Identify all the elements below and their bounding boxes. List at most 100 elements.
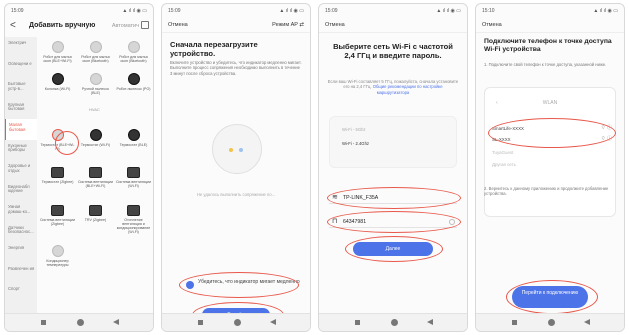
device-label: Термостат (Zigbee) — [41, 180, 74, 184]
page-title: Подключите телефон к точке доступа Wi-Fi… — [484, 38, 612, 54]
wifi-24ghz-label: Wi-Fi - 2.4Ghz — [342, 141, 369, 146]
scan-icon[interactable] — [141, 21, 149, 29]
header: < Добавить вручную Автоматич — [5, 19, 153, 35]
back-nav-icon[interactable] — [270, 319, 276, 325]
device-tile[interactable]: Система вентиляции (BLE+Wi-Fi) — [77, 167, 114, 188]
home-icon[interactable] — [391, 319, 398, 326]
category-item[interactable]: Умная домаш-ко... — [5, 201, 37, 222]
selection-highlight — [55, 131, 79, 155]
device-icon — [51, 73, 64, 85]
device-label: Робот для мытья окон (BLE+Wi-Fi) — [43, 55, 72, 64]
recents-icon[interactable] — [355, 320, 360, 325]
wlan-label: WLAN — [542, 100, 558, 106]
category-item[interactable]: Здоровье и отдых — [5, 160, 37, 181]
network-name: Другая сеть — [492, 162, 516, 167]
category-item[interactable]: Бытовые устр-в... — [5, 78, 37, 99]
device-tile[interactable]: Колонка (Wi-Fi) — [39, 73, 76, 91]
home-icon[interactable] — [234, 319, 241, 326]
highlight-oval — [327, 211, 461, 233]
status-bar: 15:09 ▲ ıl ıl ◉ ▭ — [11, 8, 147, 17]
status-time: 15:10 — [482, 8, 495, 14]
device-tile[interactable]: TRV (Zigbee) — [77, 205, 114, 222]
category-item[interactable]: Освещени е — [5, 58, 37, 79]
device-tile[interactable]: Система вентиляции (Zigbee) — [39, 205, 76, 226]
device-tile[interactable]: Отопление вентиляция и кондиционирование… — [115, 205, 152, 235]
wlan-header: ‹ WLAN — [486, 96, 614, 110]
screen-wifi-select: 15:09 ▲ ıl ıl ◉ ▭ Отмена Выберите сеть W… — [318, 3, 468, 332]
category-item[interactable]: Кухонные приборы — [5, 140, 37, 161]
cancel-button[interactable]: Отмена — [325, 22, 345, 28]
home-icon[interactable] — [548, 319, 555, 326]
device-icon — [89, 41, 102, 53]
device-tile[interactable]: Робот для мытья окон (Bluetooth) — [77, 41, 114, 63]
tab-automatic[interactable]: Автоматич — [112, 23, 139, 29]
device-tile[interactable]: Робот для мытья окон (Bluetooth) — [115, 41, 152, 63]
back-nav-icon[interactable] — [427, 319, 433, 325]
device-label: Термостат (BLE) — [119, 143, 148, 147]
device-tile[interactable]: Термостат (Zigbee) — [39, 167, 76, 184]
system-navbar — [5, 313, 153, 331]
category-item[interactable]: Видеонабл юдение — [5, 181, 37, 202]
back-icon[interactable]: < — [10, 20, 16, 31]
wifi-illustration: Wi-Fi - 5Ghz Wi-Fi - 2.4Ghz — [329, 116, 457, 168]
pairing-failed-link[interactable]: Не удалось выполнить сопряжение по... — [170, 192, 302, 197]
back-nav-icon[interactable] — [113, 319, 119, 325]
device-illustration — [212, 124, 262, 174]
status-bar: 15:09 ▲ ıl ıl ◉ ▭ — [325, 8, 461, 17]
device-icon — [89, 205, 102, 216]
highlight-oval — [345, 236, 443, 262]
recents-icon[interactable] — [512, 320, 517, 325]
status-bar: 15:10 ▲ ıl ıl ◉ ▭ — [482, 8, 618, 17]
device-label: Отопление вентиляция и кондиционирование… — [116, 218, 151, 235]
category-item[interactable]: Датчики безопаснос... — [5, 222, 37, 243]
device-label: Кондиционер температуры — [46, 259, 69, 268]
category-item[interactable]: Электрич — [5, 37, 37, 58]
device-icon — [51, 245, 64, 257]
device-icon — [89, 129, 102, 141]
device-tile[interactable]: Термостат (Wi-Fi) — [77, 129, 114, 147]
step-1-text: 1. Подключите свой телефон к точке досту… — [484, 62, 607, 67]
device-icon — [127, 73, 140, 85]
category-item[interactable]: Спорт — [5, 283, 37, 304]
cancel-button[interactable]: Отмена — [482, 22, 502, 28]
highlight-oval — [327, 187, 461, 209]
device-icon — [127, 205, 140, 216]
router-tips-link[interactable]: Общие рекомендации по настройке маршрути… — [373, 84, 443, 94]
device-icon — [127, 41, 140, 53]
back-nav-icon[interactable] — [584, 319, 590, 325]
device-icon — [89, 73, 102, 85]
device-tile[interactable]: Система вентиляции (Wi-Fi) — [115, 167, 152, 188]
category-item[interactable]: Малая бытовая — [5, 119, 37, 140]
ap-mode-switch[interactable]: Режим AP ⇄ — [272, 22, 304, 28]
device-tile[interactable]: Ручной пылесос (BLE) — [77, 73, 114, 95]
device-tile[interactable]: Робот для мытья окон (BLE+Wi-Fi) — [39, 41, 76, 63]
recents-icon[interactable] — [41, 320, 46, 325]
device-tile[interactable]: Термостат (BLE) — [115, 129, 152, 147]
network-item: TuyaGuest — [492, 148, 612, 157]
page-title: Добавить вручную — [29, 22, 96, 29]
status-time: 15:09 — [325, 8, 338, 14]
device-label: TRV (Zigbee) — [84, 218, 107, 222]
device-tile[interactable]: Кондиционер температуры — [39, 245, 76, 267]
wifi-5ghz-label: Wi-Fi - 5Ghz — [342, 127, 366, 132]
status-icons: ▲ ıl ıl ◉ ▭ — [593, 8, 618, 14]
header: Отмена — [476, 19, 624, 33]
category-item[interactable]: Развлечен ия — [5, 263, 37, 284]
status-icons: ▲ ıl ıl ◉ ▭ — [436, 8, 461, 14]
network-name: TuyaGuest — [492, 150, 514, 155]
device-label: Система вентиляции (Wi-Fi) — [115, 180, 152, 189]
device-icon — [51, 41, 64, 53]
page-title: Выберите сеть Wi-Fi с частотой 2,4 ГГц и… — [333, 42, 453, 61]
system-navbar — [319, 313, 467, 331]
home-icon[interactable] — [77, 319, 84, 326]
recents-icon[interactable] — [198, 320, 203, 325]
network-item: Другая сеть — [492, 160, 612, 169]
device-label: Система вентиляции (Zigbee) — [39, 218, 76, 227]
cancel-button[interactable]: Отмена — [168, 22, 188, 28]
category-item[interactable]: Крупная бытовая — [5, 99, 37, 120]
status-bar: 15:09 ▲ ıl ıl ◉ ▭ — [168, 8, 304, 17]
indicator-light-icon — [229, 148, 233, 152]
device-tile[interactable]: Робот-пылесос (PO) — [115, 73, 152, 91]
category-item[interactable]: Энергия — [5, 242, 37, 263]
device-label: Робот-пылесос (PO) — [116, 87, 151, 91]
